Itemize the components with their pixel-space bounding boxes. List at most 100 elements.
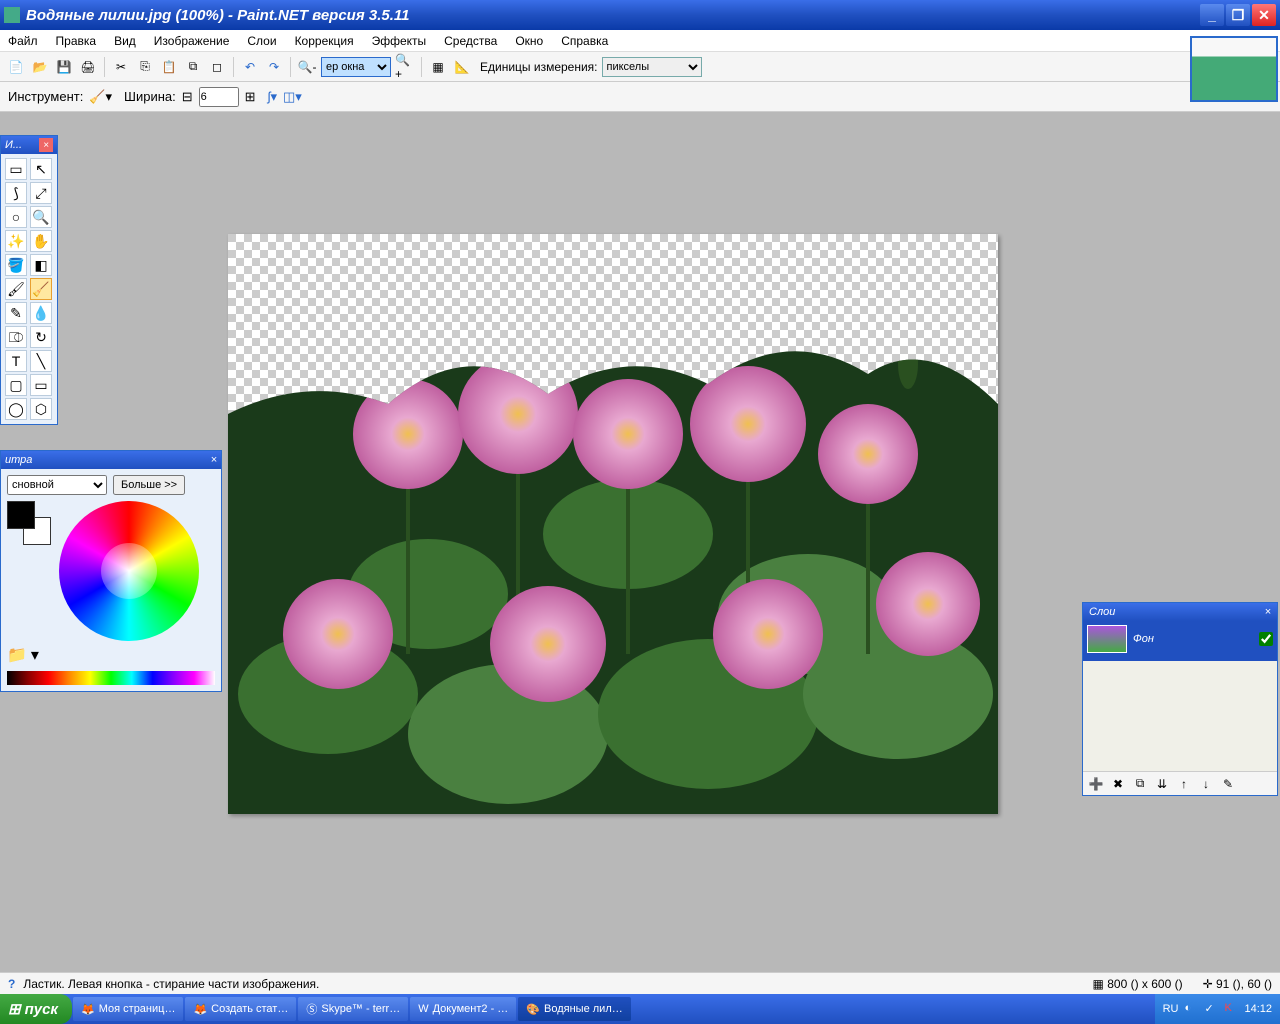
tools-window[interactable]: И... × ▭ ↖ ⟆ ⤢ ○ 🔍 ✨ ✋ 🪣 ◧ 🖌 🧹 ✎ 💧 ⎄ ↻ T…	[0, 135, 58, 425]
rectangle-shape-tool[interactable]: ▢	[5, 374, 27, 396]
magic-wand-tool[interactable]: ✨	[5, 230, 27, 252]
new-icon[interactable]: 📄	[6, 57, 26, 77]
pan-tool[interactable]: ✋	[30, 230, 52, 252]
menu-layers[interactable]: Слои	[247, 34, 276, 48]
maximize-button[interactable]: ❐	[1226, 4, 1250, 26]
taskbar-item-firefox-2[interactable]: 🦊Создать стат…	[185, 997, 296, 1021]
freeform-shape-tool[interactable]: ⬡	[30, 398, 52, 420]
copy-icon[interactable]: ⎘	[135, 57, 155, 77]
move-up-icon[interactable]: ↑	[1175, 775, 1193, 793]
menu-tools[interactable]: Средства	[444, 34, 497, 48]
gradient-tool[interactable]: ◧	[30, 254, 52, 276]
width-decrease-icon[interactable]: ⊟	[182, 89, 193, 105]
delete-layer-icon[interactable]: ✖	[1109, 775, 1127, 793]
ruler-icon[interactable]: 📐	[452, 57, 472, 77]
layers-window-title[interactable]: Слои ×	[1083, 603, 1277, 621]
cut-icon[interactable]: ✂	[111, 57, 131, 77]
tools-close-icon[interactable]: ×	[39, 138, 53, 152]
close-button[interactable]: ✕	[1252, 4, 1276, 26]
color-mode-select[interactable]: сновной	[7, 475, 107, 495]
width-input[interactable]	[199, 87, 239, 107]
color-palette-strip[interactable]	[7, 671, 215, 685]
color-picker-tool[interactable]: 💧	[30, 302, 52, 324]
menu-image[interactable]: Изображение	[154, 34, 230, 48]
menu-view[interactable]: Вид	[114, 34, 136, 48]
lasso-tool[interactable]: ⟆	[5, 182, 27, 204]
primary-color-swatch[interactable]	[7, 501, 35, 529]
taskbar-item-skype[interactable]: ⓈSkype™ - terr…	[298, 997, 408, 1021]
add-layer-icon[interactable]: ➕	[1087, 775, 1105, 793]
layer-visibility-checkbox[interactable]	[1259, 632, 1273, 646]
taskbar-item-firefox-1[interactable]: 🦊Моя страниц…	[73, 997, 183, 1021]
colors-close-icon[interactable]: ×	[211, 454, 217, 466]
tray-icon-1[interactable]: ◐	[1184, 1002, 1198, 1016]
paste-icon[interactable]: 📋	[159, 57, 179, 77]
menu-effects[interactable]: Эффекты	[372, 34, 427, 48]
layer-row[interactable]: Фон	[1087, 625, 1273, 653]
paintbrush-tool[interactable]: 🖌	[5, 278, 27, 300]
menu-edit[interactable]: Правка	[56, 34, 97, 48]
grid-icon[interactable]: ▦	[428, 57, 448, 77]
more-colors-button[interactable]: Больше >>	[113, 475, 185, 495]
move-tool[interactable]: ↖	[30, 158, 52, 180]
width-increase-icon[interactable]: ⊞	[245, 89, 256, 105]
zoom-tool[interactable]: 🔍	[30, 206, 52, 228]
tray-icon-3[interactable]: K	[1224, 1002, 1238, 1016]
deselect-icon[interactable]: ◻	[207, 57, 227, 77]
tray-clock[interactable]: 14:12	[1244, 1003, 1272, 1015]
layers-close-icon[interactable]: ×	[1265, 606, 1271, 618]
crop-icon[interactable]: ⧉	[183, 57, 203, 77]
start-button[interactable]: ⊞ пуск	[0, 994, 72, 1024]
menu-help[interactable]: Справка	[561, 34, 608, 48]
merge-layer-icon[interactable]: ⇊	[1153, 775, 1171, 793]
color-wheel[interactable]	[59, 501, 199, 641]
colors-window[interactable]: итра × сновной Больше >> 📁 ▾	[0, 450, 222, 692]
colors-window-title[interactable]: итра ×	[1, 451, 221, 469]
tray-icon-2[interactable]: ✓	[1204, 1002, 1218, 1016]
menu-window[interactable]: Окно	[515, 34, 543, 48]
taskbar-item-paintnet[interactable]: 🎨Водяные лил…	[518, 997, 630, 1021]
tools-window-title[interactable]: И... ×	[1, 136, 57, 154]
taskbar-item-word[interactable]: WДокумент2 - …	[410, 997, 516, 1021]
redo-icon[interactable]: ↷	[264, 57, 284, 77]
eraser-tool[interactable]: 🧹	[30, 278, 52, 300]
pencil-tool[interactable]: ✎	[5, 302, 27, 324]
current-tool-icon[interactable]: 🧹▾	[89, 89, 112, 105]
ellipse-select-tool[interactable]: ○	[5, 206, 27, 228]
status-cursor-position: ✛ 91 (), 60 ()	[1203, 977, 1272, 991]
color-swatches[interactable]	[7, 501, 51, 545]
duplicate-layer-icon[interactable]: ⧉	[1131, 775, 1149, 793]
palette-dropdown-icon[interactable]: ▾	[31, 645, 39, 665]
units-select[interactable]: пикселы	[602, 57, 702, 77]
blend-icon[interactable]: ◫▾	[283, 89, 302, 105]
open-icon[interactable]: 📂	[30, 57, 50, 77]
print-icon[interactable]: 🖨	[78, 57, 98, 77]
zoom-out-icon[interactable]: 🔍-	[297, 57, 317, 77]
move-selection-tool[interactable]: ⤢	[30, 182, 52, 204]
minimize-button[interactable]: _	[1200, 4, 1224, 26]
menu-adjustments[interactable]: Коррекция	[295, 34, 354, 48]
tray-lang[interactable]: RU	[1163, 1003, 1179, 1015]
ellipse-shape-tool[interactable]: ◯	[5, 398, 27, 420]
canvas[interactable]	[228, 234, 998, 814]
menu-file[interactable]: Файл	[8, 34, 38, 48]
antialias-icon[interactable]: ʃ▾	[268, 89, 277, 105]
palette-load-icon[interactable]: 📁	[7, 645, 27, 665]
zoom-in-icon[interactable]: 🔍+	[395, 57, 415, 77]
document-thumbnail[interactable]	[1190, 36, 1278, 102]
line-tool[interactable]: ╲	[30, 350, 52, 372]
layers-window[interactable]: Слои × Фон ➕ ✖ ⧉ ⇊ ↑ ↓ ✎	[1082, 602, 1278, 796]
save-icon[interactable]: 💾	[54, 57, 74, 77]
rectangle-select-tool[interactable]: ▭	[5, 158, 27, 180]
paint-bucket-tool[interactable]: 🪣	[5, 254, 27, 276]
layer-properties-icon[interactable]: ✎	[1219, 775, 1237, 793]
clone-stamp-tool[interactable]: ⎄	[5, 326, 27, 348]
move-down-icon[interactable]: ↓	[1197, 775, 1215, 793]
system-tray[interactable]: RU ◐ ✓ K 14:12	[1155, 994, 1280, 1024]
recolor-tool[interactable]: ↻	[30, 326, 52, 348]
firefox-icon: 🦊	[81, 1003, 95, 1016]
zoom-select[interactable]: ер окна	[321, 57, 391, 77]
rounded-rect-tool[interactable]: ▭	[30, 374, 52, 396]
text-tool[interactable]: T	[5, 350, 27, 372]
undo-icon[interactable]: ↶	[240, 57, 260, 77]
